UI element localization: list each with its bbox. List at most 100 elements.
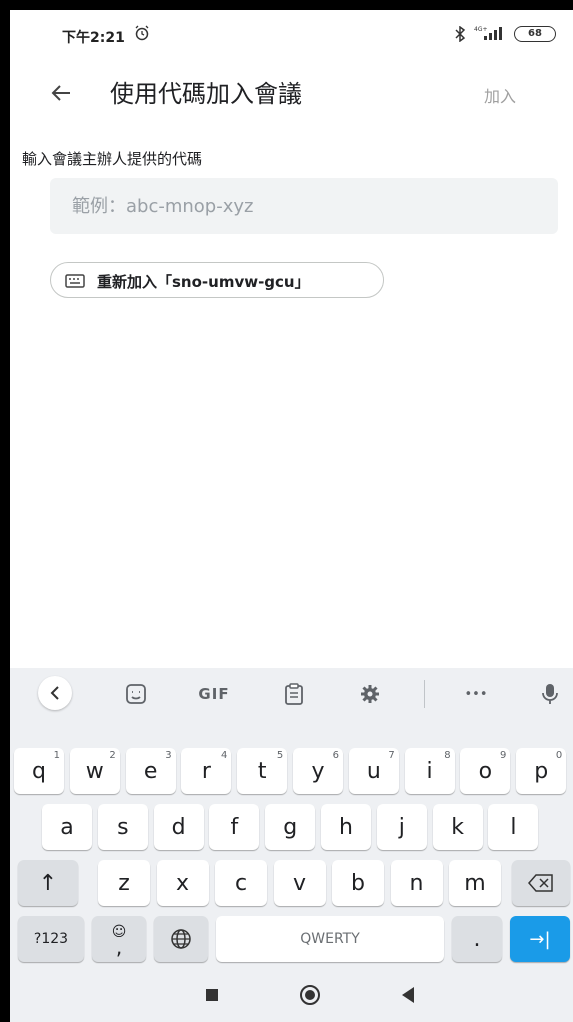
key-label: z: [118, 870, 130, 896]
key-label: i: [426, 758, 433, 784]
key-label: f: [230, 814, 239, 840]
period-key[interactable]: .: [452, 916, 502, 962]
key-a[interactable]: a: [42, 804, 92, 850]
status-bar: 下午2:21 4G+ 68: [10, 10, 573, 54]
key-label: u: [366, 758, 381, 784]
space-label: QWERTY: [300, 931, 360, 947]
key-label: m: [464, 870, 486, 896]
key-g[interactable]: g: [265, 804, 316, 850]
key-label: d: [171, 814, 186, 840]
key-o[interactable]: o9: [460, 748, 511, 794]
key-r[interactable]: r4: [181, 748, 232, 794]
language-key[interactable]: [154, 916, 208, 962]
network-type-label: 4G+: [474, 26, 488, 33]
key-label: s: [117, 814, 129, 840]
keyboard-icon: [65, 273, 85, 292]
key-l[interactable]: l: [488, 804, 539, 850]
key-c[interactable]: c: [215, 860, 267, 906]
key-label: o: [478, 758, 493, 784]
key-q[interactable]: q1: [14, 748, 64, 794]
key-u[interactable]: u7: [348, 748, 399, 794]
key-v[interactable]: v: [273, 860, 326, 906]
rejoin-meeting-chip[interactable]: 重新加入「sno-umvw-gcu」: [50, 262, 384, 298]
key-label: l: [510, 814, 517, 840]
join-button[interactable]: 加入: [484, 83, 516, 107]
recents-button[interactable]: [206, 989, 218, 1001]
key-hint: 9: [500, 750, 507, 761]
enter-key[interactable]: →|: [510, 916, 570, 962]
key-label: j: [398, 814, 405, 840]
key-label: r: [201, 758, 211, 784]
arrow-left-icon[interactable]: [46, 78, 76, 108]
rejoin-meeting-label: 重新加入「sno-umvw-gcu」: [97, 273, 310, 291]
gif-button[interactable]: GIF: [194, 680, 234, 708]
key-label: a: [60, 814, 74, 840]
code-instruction: 輸入會議主辦人提供的代碼: [22, 150, 203, 168]
emoji-comma-key[interactable]: ☺ ,: [92, 916, 146, 962]
system-back-button[interactable]: [402, 987, 414, 1003]
shift-label: ↑: [38, 870, 58, 896]
keyboard-toolbar: GIF •••: [10, 668, 573, 720]
key-hint: 5: [276, 750, 284, 761]
globe-icon: [171, 929, 191, 949]
more-options-button[interactable]: •••: [456, 680, 496, 708]
key-label: h: [339, 814, 353, 840]
key-hint: 7: [388, 750, 395, 761]
key-s[interactable]: s: [97, 804, 148, 850]
space-key[interactable]: QWERTY: [216, 916, 444, 962]
keyboard-collapse-button[interactable]: [38, 676, 72, 710]
battery-icon: 68: [514, 26, 556, 42]
key-label: x: [175, 870, 190, 896]
phone-screen: 下午2:21 4G+ 68 使用代碼加入會議 加入 輸入會議主辦人提供的代碼 範…: [10, 10, 573, 1022]
backspace-icon: [528, 874, 553, 892]
key-n[interactable]: n: [390, 860, 443, 906]
key-hint: 0: [555, 750, 563, 761]
symbols-key[interactable]: ?123: [18, 916, 84, 962]
cell-signal-icon: 4G+: [474, 24, 506, 46]
key-label: b: [351, 870, 365, 896]
key-y[interactable]: y6: [293, 748, 343, 794]
key-b[interactable]: b: [332, 860, 384, 906]
key-j[interactable]: j: [376, 804, 427, 850]
key-hint: 6: [332, 750, 339, 761]
enter-label: →|: [529, 928, 551, 950]
key-x[interactable]: x: [156, 860, 209, 906]
gear-icon[interactable]: [356, 680, 384, 708]
sticker-icon[interactable]: [122, 680, 150, 708]
key-t[interactable]: t5: [237, 748, 288, 794]
key-i[interactable]: i8: [404, 748, 455, 794]
toolbar-divider: [424, 680, 425, 708]
key-label: p: [534, 758, 549, 784]
key-f[interactable]: f: [209, 804, 260, 850]
key-w[interactable]: w2: [69, 748, 120, 794]
navigation-bar: [10, 968, 573, 1022]
key-label: e: [143, 758, 158, 784]
meeting-code-input[interactable]: [50, 178, 558, 234]
clipboard-icon[interactable]: [280, 680, 308, 708]
comma-label: ,: [115, 935, 123, 959]
key-m[interactable]: m: [449, 860, 501, 906]
key-label: c: [234, 870, 248, 896]
microphone-icon[interactable]: [536, 680, 564, 708]
symbols-label: ?123: [33, 931, 69, 947]
key-hint: 8: [444, 750, 451, 761]
shift-key[interactable]: ↑: [18, 860, 78, 906]
key-z[interactable]: z: [98, 860, 150, 906]
key-hint: 1: [53, 750, 60, 761]
key-h[interactable]: h: [321, 804, 371, 850]
home-button[interactable]: [300, 985, 320, 1005]
backspace-key[interactable]: [512, 860, 570, 906]
key-label: w: [85, 758, 104, 784]
app-bar: 使用代碼加入會議 加入: [10, 64, 573, 124]
more-options-label: •••: [464, 686, 488, 702]
key-d[interactable]: d: [153, 804, 204, 850]
key-label: g: [283, 814, 298, 840]
key-hint: 4: [221, 750, 228, 761]
key-e[interactable]: e3: [125, 748, 176, 794]
key-label: v: [292, 870, 307, 896]
key-k[interactable]: k: [432, 804, 483, 850]
key-p[interactable]: p0: [516, 748, 567, 794]
alarm-clock-icon: [134, 25, 150, 45]
key-label: n: [409, 870, 424, 896]
key-hint: 3: [165, 750, 172, 761]
